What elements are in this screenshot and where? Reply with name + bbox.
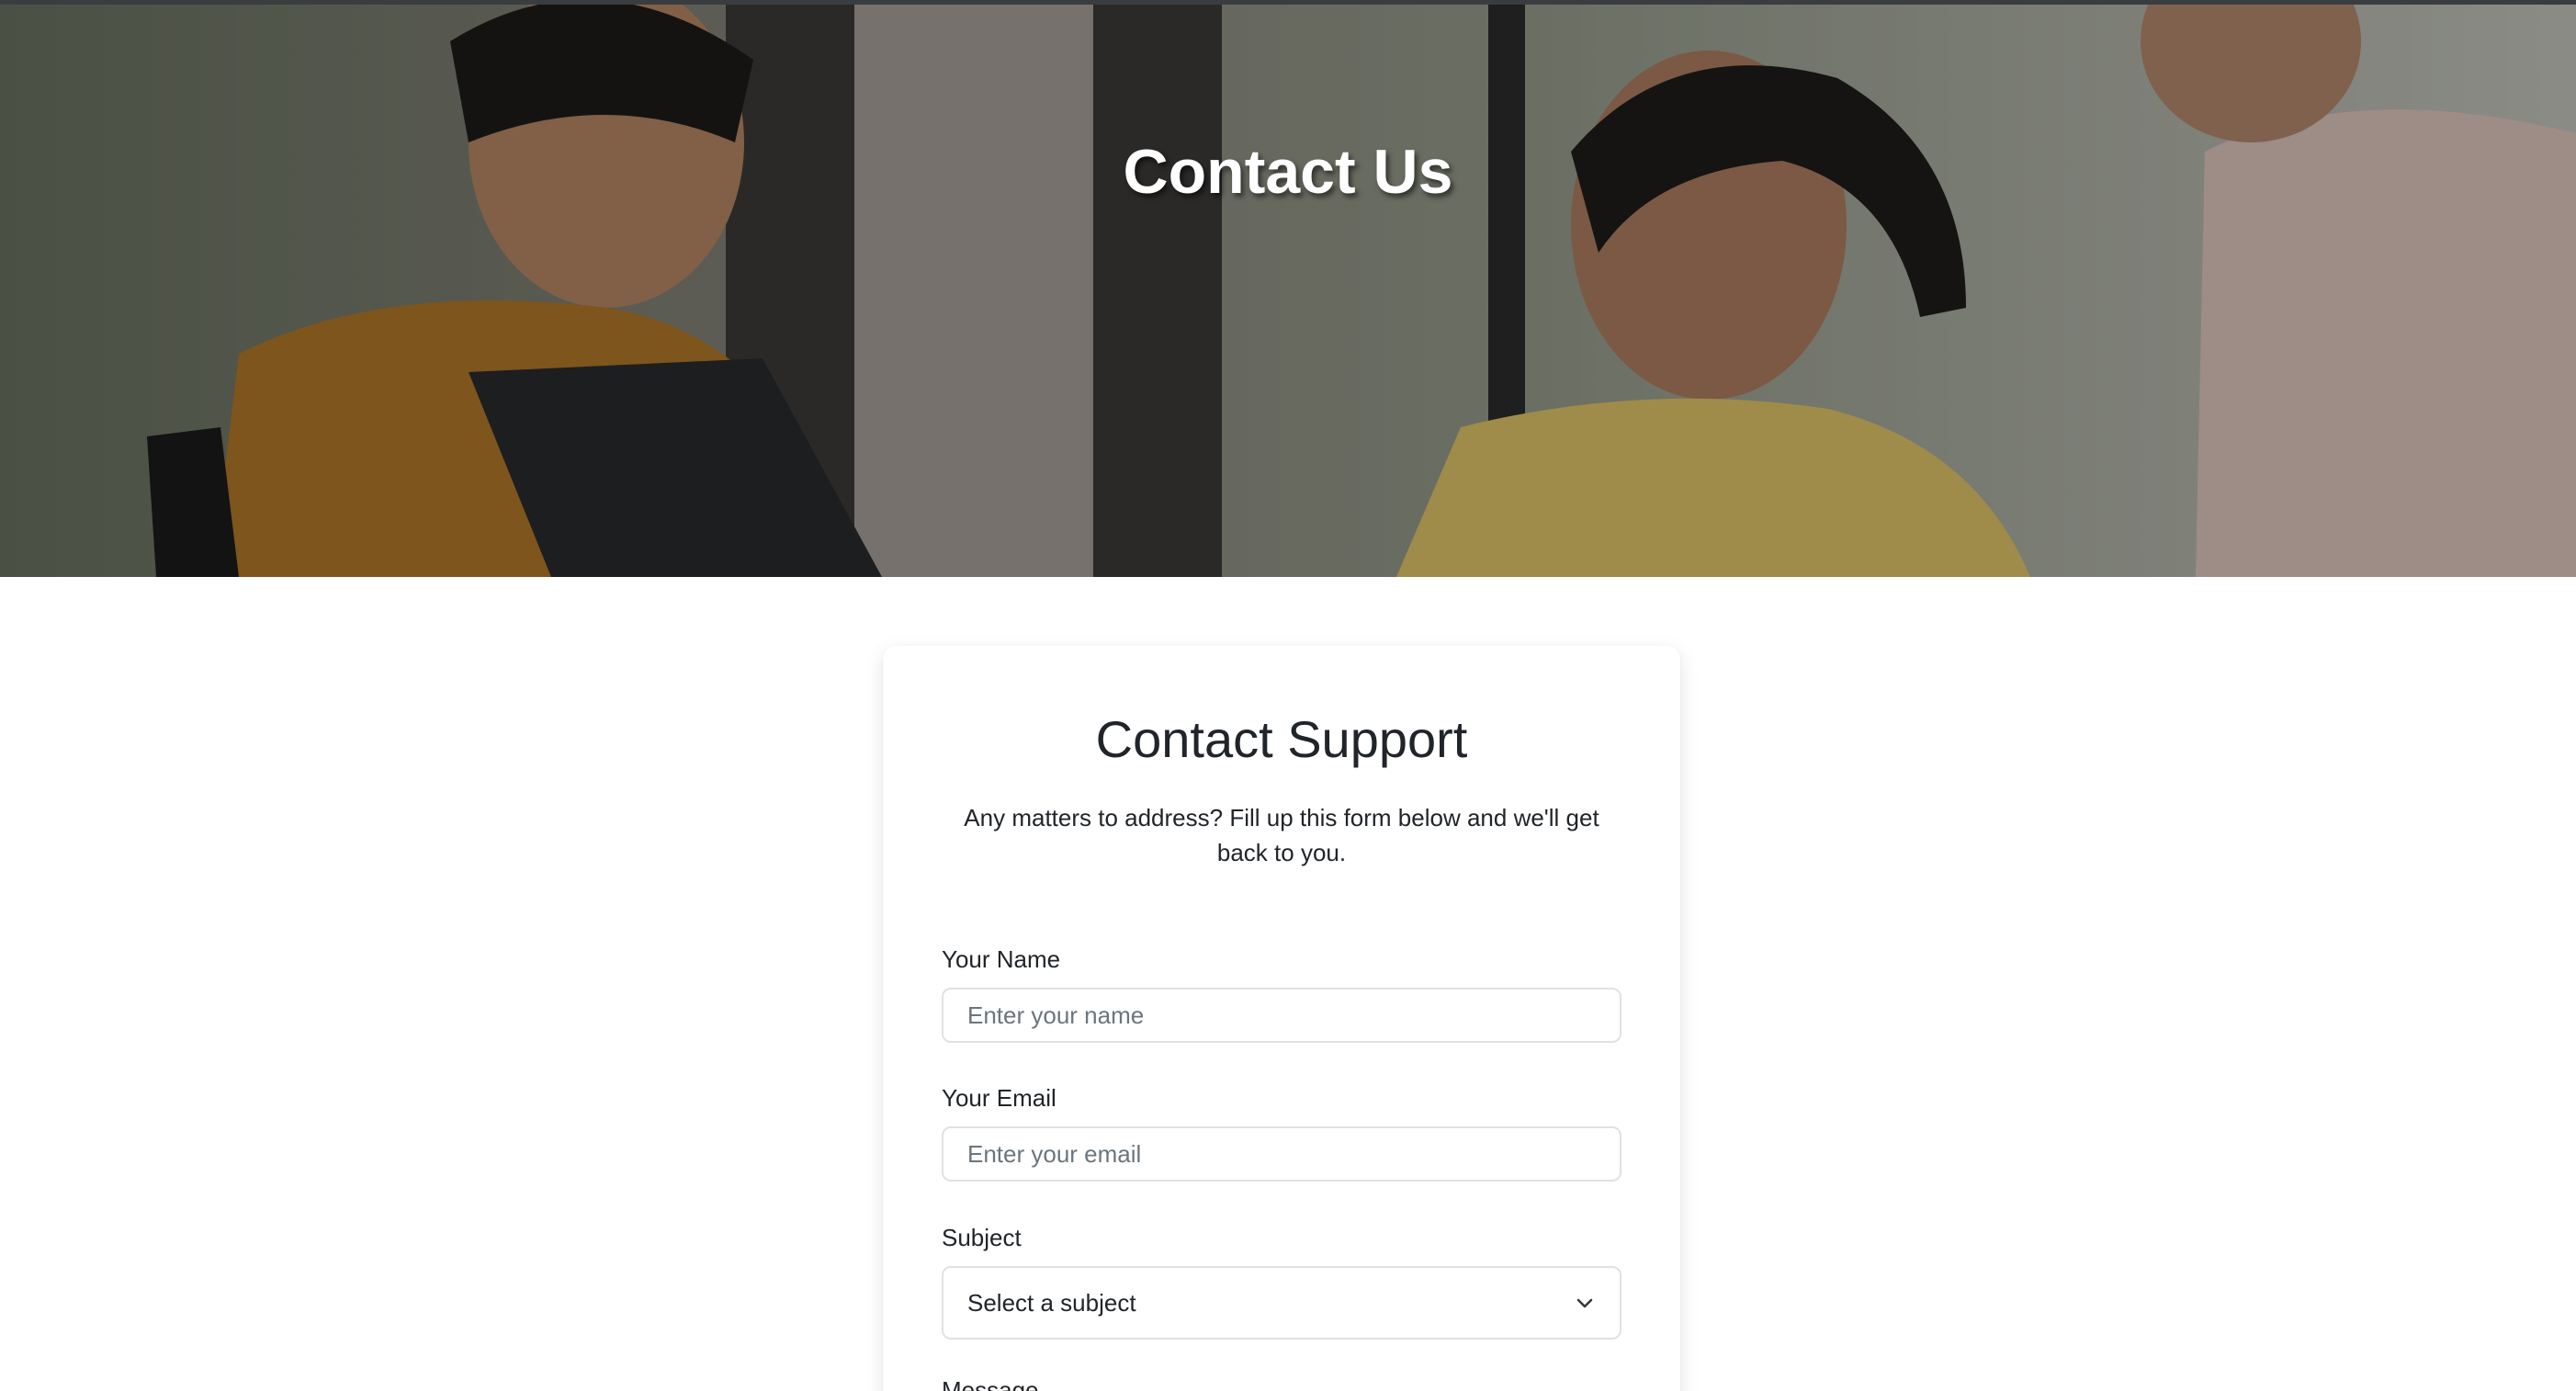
name-label: Your Name [942, 945, 1061, 973]
email-input[interactable] [942, 1126, 1621, 1182]
email-label: Your Email [942, 1084, 1056, 1112]
message-label: Message [942, 1376, 1039, 1391]
subject-select[interactable]: Select a subject [942, 1266, 1621, 1340]
hero-banner: Contact Us [0, 5, 2576, 577]
form-subtitle: Any matters to address? Fill up this for… [964, 804, 1599, 866]
subject-selected-value: Select a subject [967, 1288, 1136, 1317]
contact-form-card: Contact Support Any matters to address? … [883, 646, 1680, 1391]
contact-page: Contact Us Contact Support Any matters t… [0, 0, 2576, 1391]
hero-title: Contact Us [1123, 137, 1453, 207]
hero-overlay [0, 5, 2576, 577]
name-input[interactable] [942, 988, 1621, 1043]
chevron-down-icon [1574, 1292, 1596, 1314]
subject-label: Subject [942, 1224, 1022, 1251]
form-title: Contact Support [1095, 710, 1468, 768]
